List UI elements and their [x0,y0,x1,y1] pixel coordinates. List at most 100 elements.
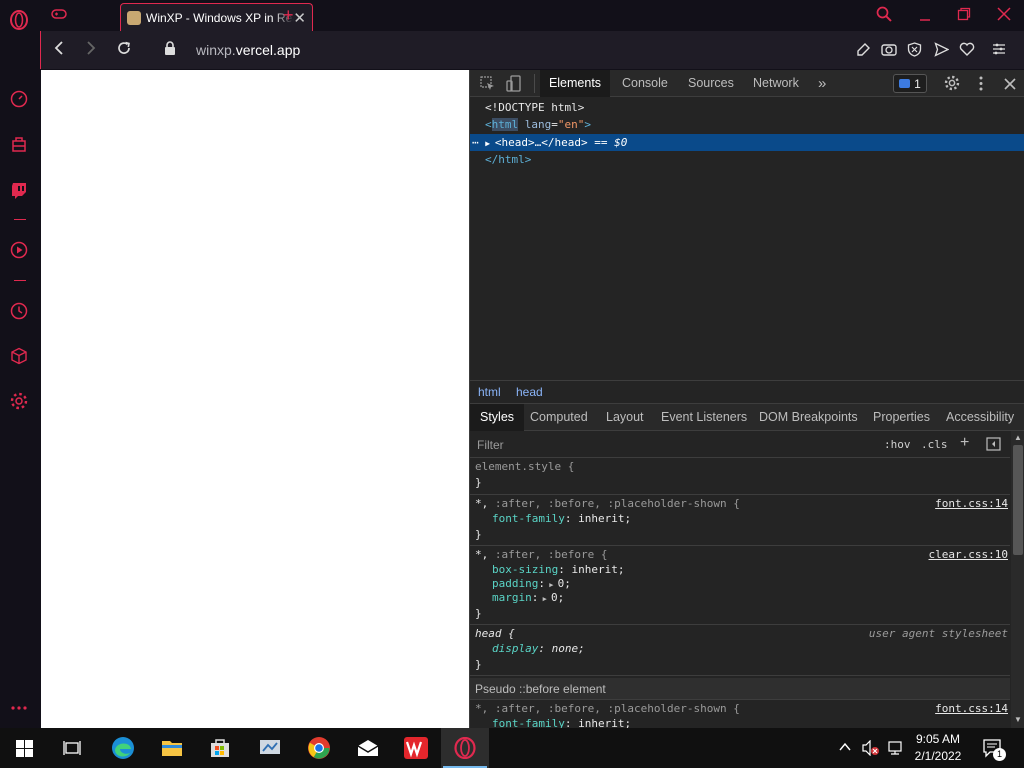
rule-declaration[interactable]: box-sizing: inherit; [492,563,624,576]
network-icon[interactable] [887,740,903,761]
kebab-menu-icon[interactable] [979,76,983,96]
more-dots-icon[interactable] [8,697,30,719]
chrome-icon[interactable] [295,728,343,768]
rule-selector: *, :after, :before, :placeholder-shown { [475,702,740,715]
player-icon[interactable] [8,239,30,261]
rule-declaration[interactable]: margin: ▶ 0; [492,591,564,604]
tab-computed[interactable]: Computed [530,404,588,431]
toggle-sidebar-icon[interactable] [986,437,1001,456]
filter-input[interactable]: Filter [472,434,874,454]
task-view-icon[interactable] [48,728,96,768]
dom-html-close-line[interactable]: </html> [470,151,1024,168]
windows-start-icon[interactable] [0,728,48,768]
lock-icon[interactable] [164,41,176,61]
reload-icon[interactable] [116,40,132,61]
back-icon[interactable] [53,40,65,61]
speed-limiter-icon[interactable] [8,88,30,110]
minimize-icon[interactable] [918,8,932,27]
rule-source-link[interactable]: font.css:14 [935,702,1008,715]
tab-sources[interactable]: Sources [688,70,734,97]
styles-scrollbar[interactable]: ▲ ▼ [1011,431,1024,728]
close-tab-icon[interactable]: ✕ [293,9,306,27]
clock-date: 2/1/2022 [914,749,962,763]
rule-font-css[interactable]: *, :after, :before, :placeholder-shown {… [470,495,1010,546]
url-field[interactable]: winxp.vercel.app [196,42,300,58]
head-suffix: == $0 [594,136,628,149]
tab-styles[interactable]: Styles [470,404,525,431]
rule-declaration[interactable]: font-family: inherit; [492,512,631,525]
scroll-down-icon[interactable]: ▼ [1014,715,1022,724]
file-explorer-icon[interactable] [148,728,196,768]
control-panel-icon[interactable] [246,728,294,768]
issues-badge[interactable]: 1 [893,74,927,93]
twitch-icon[interactable] [8,179,30,201]
tab-elements[interactable]: Elements [540,70,610,97]
rule-source-link[interactable]: clear.css:10 [929,548,1008,561]
forward-icon[interactable] [85,40,97,61]
inspect-element-icon[interactable] [480,76,495,96]
search-icon[interactable] [876,6,892,27]
rule-element-style[interactable]: element.style { } [470,458,1010,495]
send-icon[interactable] [934,42,950,62]
rule-source-link[interactable]: font.css:14 [935,497,1008,510]
tab-event-listeners[interactable]: Event Listeners [661,404,747,431]
dom-html-line[interactable]: <html lang="en"> [470,116,1024,133]
system-clock[interactable]: 9:05 AM 2/1/2022 [905,731,971,765]
tab-console[interactable]: Console [622,70,668,97]
settings-gear-icon[interactable] [8,390,30,412]
heart-icon[interactable] [959,42,975,61]
notification-count: 1 [993,748,1006,761]
rule-close: } [475,607,482,620]
extensions-icon[interactable] [8,345,30,367]
cls-toggle[interactable]: .cls [921,438,948,451]
restore-icon[interactable] [957,7,971,26]
snapshot-edit-icon[interactable] [856,42,871,62]
camera-icon[interactable] [881,42,897,61]
tab-accessibility[interactable]: Accessibility [946,404,1014,431]
mail-icon[interactable] [344,728,392,768]
close-devtools-icon[interactable] [1004,77,1016,95]
tray-chevron-up-icon[interactable] [838,740,852,758]
dom-doctype-line[interactable]: <!DOCTYPE html> [470,99,1024,116]
new-tab-icon[interactable]: + [283,5,294,26]
sidebar-separator [14,219,26,220]
volume-muted-icon[interactable] [862,739,880,761]
hov-toggle[interactable]: :hov [884,438,911,451]
rule-declaration[interactable]: padding: ▶ 0; [492,577,571,590]
tab-dom-breakpoints[interactable]: DOM Breakpoints [759,404,858,431]
rule-pseudo-font-css[interactable]: *, :after, :before, :placeholder-shown {… [470,700,1010,728]
rule-close: } [475,476,482,489]
history-icon[interactable] [8,300,30,322]
easy-setup-icon[interactable] [992,42,1006,61]
device-toolbar-icon[interactable] [506,75,521,97]
new-style-rule-icon[interactable]: + [960,434,969,452]
scroll-up-icon[interactable]: ▲ [1014,433,1022,442]
dom-head-line-selected[interactable]: ⋯ ▶ <head>…</head> == $0 [470,134,1024,151]
tab-properties[interactable]: Properties [873,404,930,431]
more-tabs-chevron-icon[interactable]: » [818,70,826,97]
opera-logo-icon[interactable] [8,9,30,31]
wps-office-icon[interactable] [392,728,440,768]
rule-clear-css[interactable]: *, :after, :before { clear.css:10 box-si… [470,546,1010,625]
devtools-settings-gear-icon[interactable] [944,75,960,96]
styles-tabbar: Styles Computed Layout Event Listeners D… [470,404,1024,431]
gx-control-icon[interactable] [8,134,30,156]
adblock-shield-icon[interactable] [907,42,922,62]
edge-icon[interactable] [99,728,147,768]
opera-gx-taskbar-icon[interactable] [441,728,489,768]
tab-layout[interactable]: Layout [606,404,644,431]
page-viewport[interactable] [41,70,469,728]
rule-declaration[interactable]: font-family: inherit; [492,717,631,728]
scrollbar-thumb[interactable] [1013,445,1023,555]
close-window-icon[interactable] [997,7,1011,26]
tab-network[interactable]: Network [753,70,799,97]
action-center-icon[interactable]: 1 [982,738,1006,765]
rule-declaration[interactable]: display: none; [492,642,585,655]
favicon [127,10,141,25]
rule-user-agent[interactable]: head { user agent stylesheet display: no… [470,625,1010,676]
pseudo-element-header: Pseudo ::before element [470,678,1010,700]
gamepad-icon[interactable] [51,7,67,26]
microsoft-store-icon[interactable] [196,728,244,768]
breadcrumb-html[interactable]: html [478,385,501,399]
breadcrumb-head[interactable]: head [516,385,543,399]
